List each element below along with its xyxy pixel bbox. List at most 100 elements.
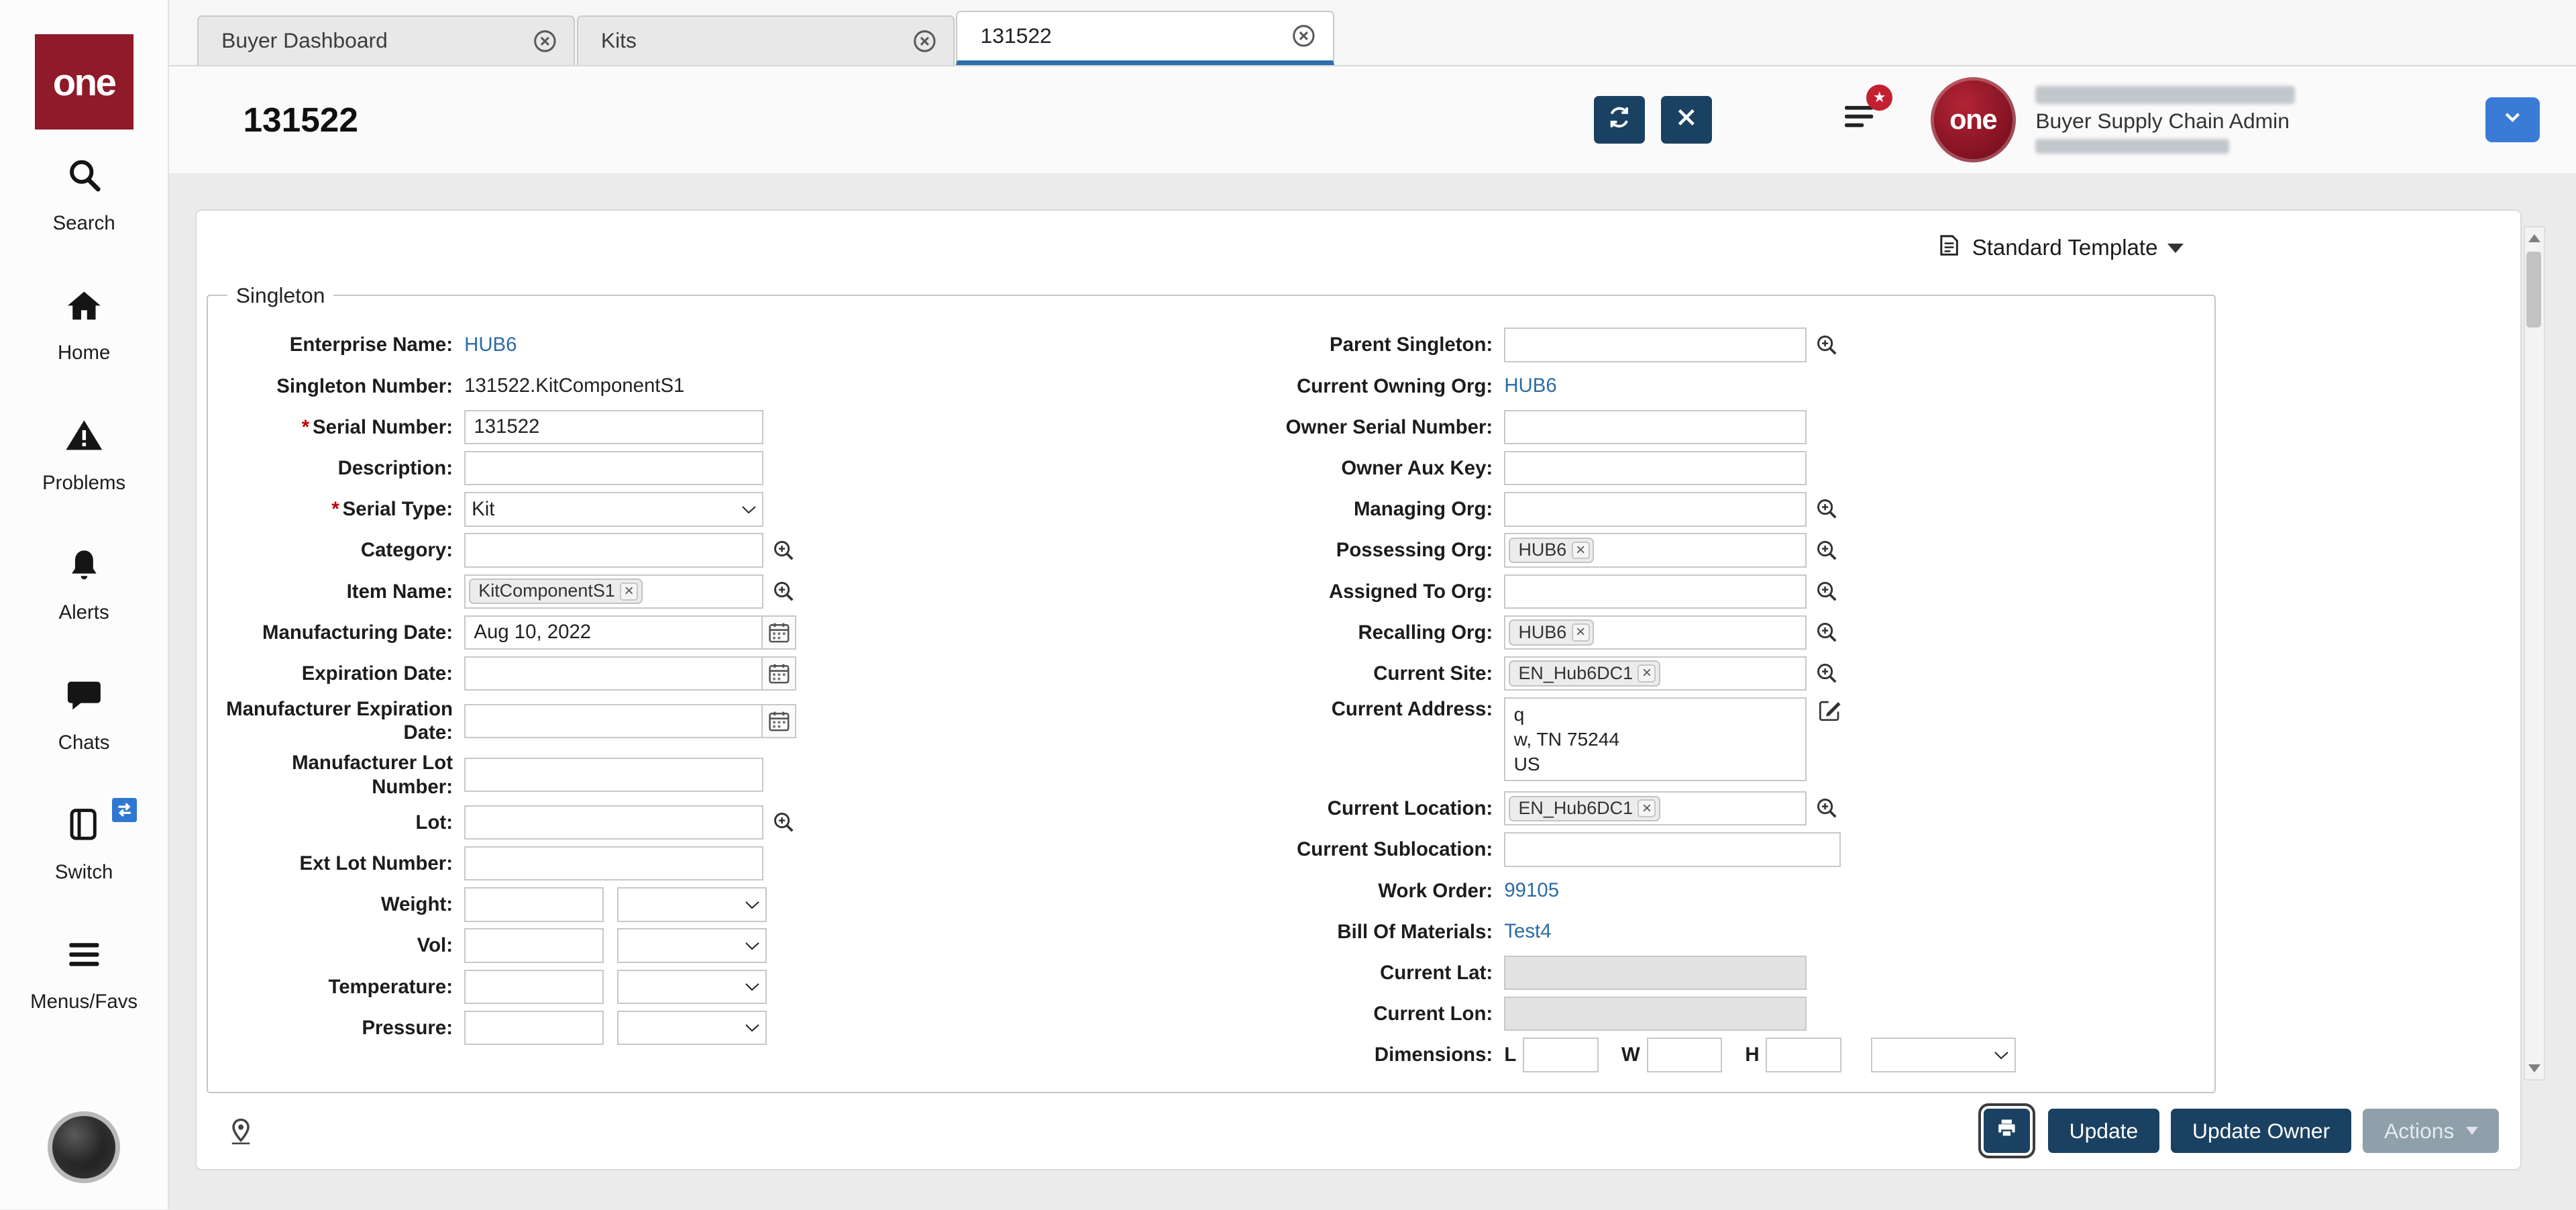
owner-serial-number-input[interactable] — [1504, 409, 1807, 445]
sidebar-item-alerts[interactable]: Alerts — [59, 546, 109, 624]
calendar-icon[interactable] — [761, 703, 796, 739]
favorites-menu-button[interactable] — [1840, 84, 1893, 142]
chip-remove-icon[interactable] — [1638, 799, 1656, 818]
field-category: Category: — [218, 533, 1269, 568]
warning-triangle-icon — [64, 415, 104, 462]
manufacturing-date-input[interactable] — [464, 615, 763, 650]
lookup-icon[interactable] — [1815, 661, 1839, 686]
edit-address-icon[interactable] — [1817, 697, 1843, 723]
calendar-icon[interactable] — [761, 615, 796, 650]
sidebar-item-label: Search — [52, 212, 115, 235]
tab-close-icon[interactable] — [533, 29, 557, 54]
lookup-icon[interactable] — [1815, 497, 1839, 521]
manufacturer-expiration-date-input[interactable] — [464, 703, 763, 739]
current-location-field[interactable]: EN_Hub6DC1 — [1504, 791, 1807, 826]
update-button[interactable]: Update — [2047, 1109, 2160, 1154]
lookup-icon[interactable] — [771, 579, 796, 604]
field-serial-number: * Serial Number: — [218, 409, 1269, 445]
chip-remove-icon[interactable] — [1571, 541, 1590, 560]
vol-unit-select[interactable] — [616, 928, 767, 963]
chip-remove-icon[interactable] — [1638, 664, 1656, 683]
location-history-icon[interactable] — [226, 1116, 256, 1146]
sidebar-item-home[interactable]: Home — [58, 286, 110, 364]
lookup-icon[interactable] — [771, 810, 796, 835]
dimension-h-input[interactable] — [1766, 1038, 1842, 1072]
lookup-icon[interactable] — [1815, 620, 1839, 645]
chip-remove-icon[interactable] — [620, 582, 639, 601]
lookup-icon[interactable] — [1815, 796, 1839, 821]
owner-aux-key-input[interactable] — [1504, 450, 1807, 486]
pressure-unit-select[interactable] — [616, 1010, 767, 1046]
current-owning-org-link[interactable]: HUB6 — [1504, 374, 1556, 397]
update-owner-button[interactable]: Update Owner — [2171, 1109, 2352, 1154]
dimension-w-input[interactable] — [1646, 1038, 1723, 1072]
serial-number-input[interactable] — [464, 409, 763, 445]
sidebar-item-switch[interactable]: Switch — [55, 795, 140, 883]
calendar-icon[interactable] — [761, 656, 796, 691]
pressure-input[interactable] — [464, 1010, 604, 1046]
possessing-org-field[interactable]: HUB6 — [1504, 533, 1807, 568]
actions-button[interactable]: Actions — [2363, 1109, 2500, 1154]
item-name-field[interactable]: KitComponentS1 — [464, 574, 763, 609]
tab-close-icon[interactable] — [912, 29, 937, 54]
field-singleton-number: Singleton Number: 131522.KitComponentS1 — [218, 368, 1269, 403]
sidebar-item-menus-favs[interactable]: Menus/Favs — [30, 935, 138, 1013]
current-sublocation-input[interactable] — [1504, 832, 1841, 867]
template-selector[interactable]: Standard Template — [207, 228, 2510, 270]
refresh-button[interactable] — [1593, 95, 1645, 144]
scrollbar-thumb[interactable] — [2526, 252, 2542, 328]
temperature-input[interactable] — [464, 969, 604, 1004]
sidebar-item-problems[interactable]: Problems — [42, 415, 125, 494]
field-dimensions: Dimensions: L W H — [1269, 1038, 2214, 1072]
tab-kits[interactable]: Kits — [576, 15, 955, 65]
user-menu-dropdown-button[interactable] — [2485, 97, 2540, 142]
vertical-scrollbar[interactable] — [2523, 225, 2545, 1081]
tab-close-icon[interactable] — [1291, 23, 1316, 48]
field-label: Managing Org: — [1353, 498, 1493, 521]
field-label: Current Owning Org: — [1297, 374, 1493, 397]
lookup-icon[interactable] — [1815, 538, 1839, 563]
bill-of-materials-link[interactable]: Test4 — [1504, 920, 1551, 943]
lot-input[interactable] — [464, 805, 763, 840]
current-address-box[interactable]: q w, TN 75244 US — [1504, 697, 1807, 782]
print-button[interactable] — [1978, 1103, 2036, 1160]
field-label: Singleton Number: — [276, 374, 453, 397]
enterprise-name-link[interactable]: HUB6 — [464, 334, 517, 356]
assigned-to-org-input[interactable] — [1504, 574, 1807, 609]
field-expiration-date: Expiration Date: — [218, 656, 1269, 691]
field-serial-type: * Serial Type: Kit — [218, 492, 1269, 527]
tab-131522[interactable]: 131522 — [956, 10, 1334, 65]
ext-lot-number-input[interactable] — [464, 846, 763, 881]
profile-avatar[interactable] — [48, 1111, 120, 1184]
serial-type-select[interactable]: Kit — [464, 492, 763, 527]
temperature-unit-select[interactable] — [616, 969, 767, 1004]
singleton-fieldset: Singleton Enterprise Name: HUB6 Singleto… — [207, 283, 2216, 1094]
expiration-date-input[interactable] — [464, 656, 763, 691]
weight-unit-select[interactable] — [616, 887, 767, 922]
scroll-up-arrow[interactable] — [2525, 228, 2544, 249]
weight-input[interactable] — [464, 887, 604, 922]
managing-org-input[interactable] — [1504, 492, 1807, 527]
description-input[interactable] — [464, 450, 763, 486]
dimension-unit-select[interactable] — [1871, 1038, 2016, 1072]
sidebar-item-chats[interactable]: Chats — [58, 675, 109, 754]
recalling-org-field[interactable]: HUB6 — [1504, 615, 1807, 650]
hamburger-menu-icon — [64, 935, 104, 981]
vol-input[interactable] — [464, 928, 604, 963]
lookup-icon[interactable] — [1815, 579, 1839, 604]
dimension-l-input[interactable] — [1523, 1038, 1599, 1072]
form-column-left: Enterprise Name: HUB6 Singleton Number: … — [218, 327, 1269, 1078]
parent-singleton-input[interactable] — [1504, 327, 1807, 362]
lookup-icon[interactable] — [1815, 333, 1839, 358]
manufacturer-lot-number-input[interactable] — [464, 757, 763, 793]
close-view-button[interactable] — [1661, 95, 1712, 144]
work-order-link[interactable]: 99105 — [1504, 879, 1559, 902]
sidebar-item-search[interactable]: Search — [53, 156, 115, 235]
chip-remove-icon[interactable] — [1571, 623, 1590, 642]
scrollbar-track[interactable] — [2525, 249, 2544, 1058]
category-input[interactable] — [464, 533, 763, 568]
lookup-icon[interactable] — [771, 538, 796, 563]
tab-buyer-dashboard[interactable]: Buyer Dashboard — [197, 15, 576, 65]
current-site-field[interactable]: EN_Hub6DC1 — [1504, 656, 1807, 691]
scroll-down-arrow[interactable] — [2525, 1058, 2544, 1079]
